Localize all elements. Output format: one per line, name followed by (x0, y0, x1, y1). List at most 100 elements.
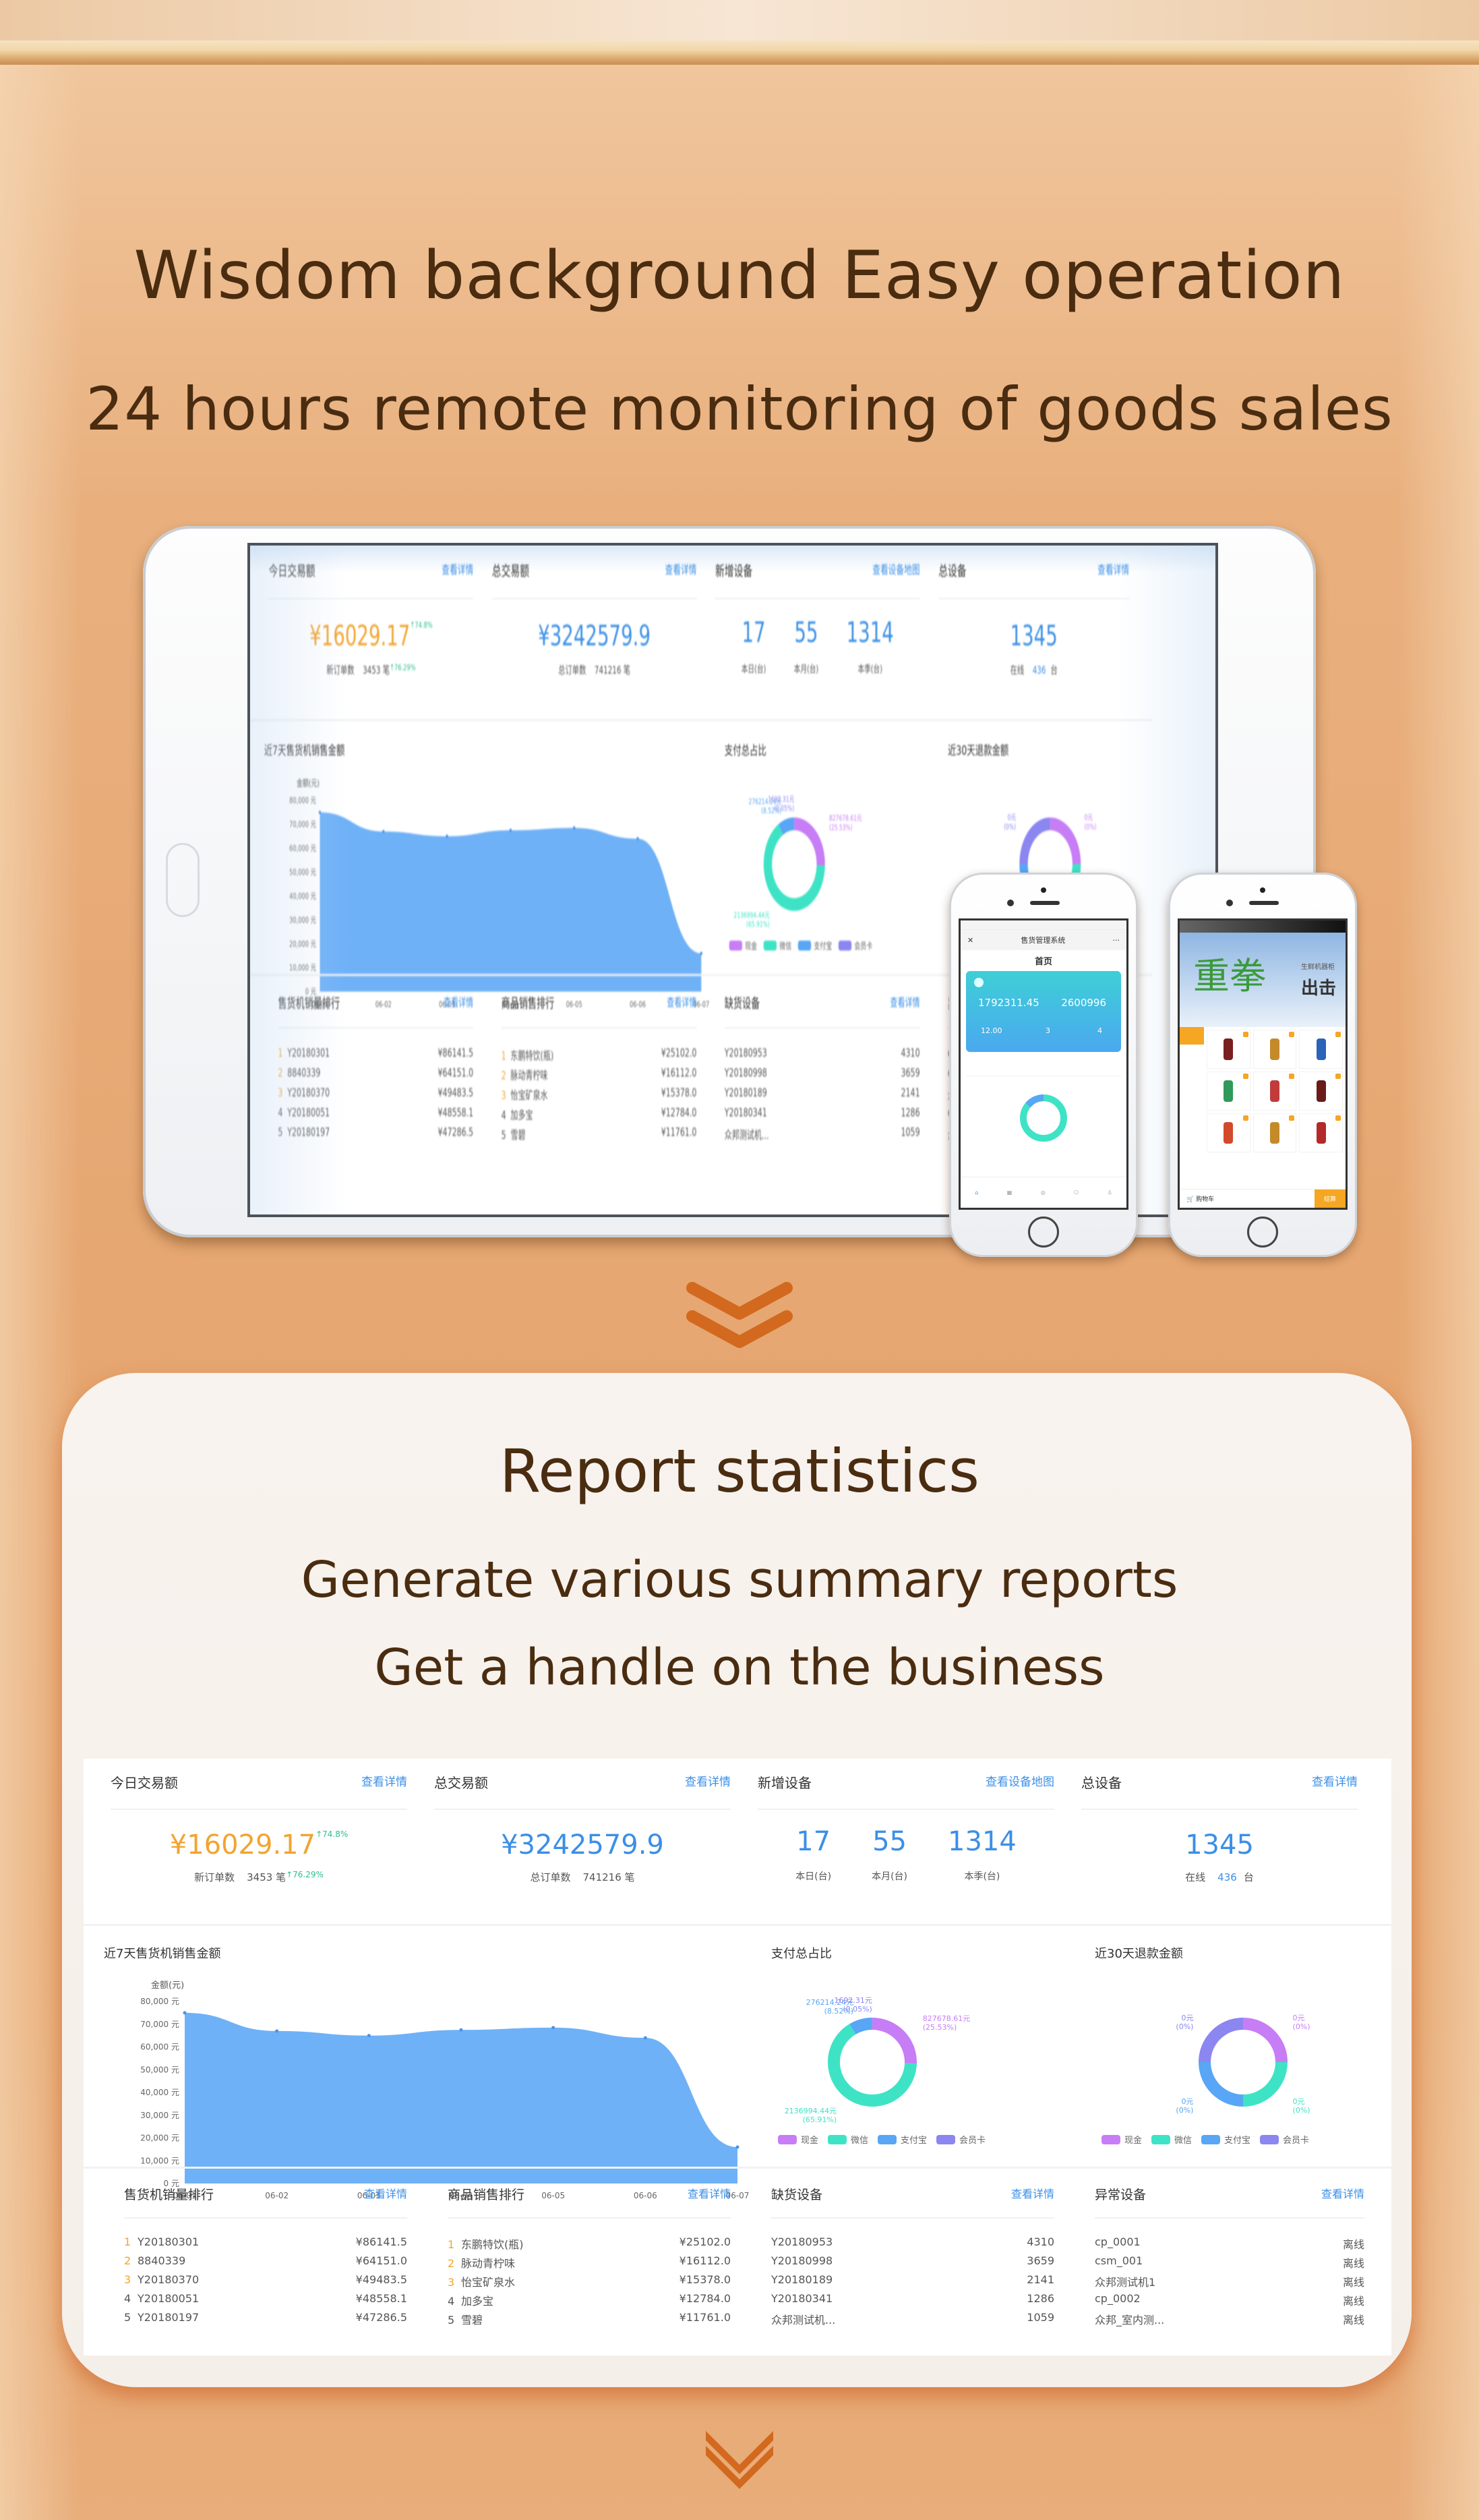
view-details-link[interactable]: 查看详情 (1321, 2185, 1364, 2201)
list-item[interactable]: Y20180341 1286 (771, 2292, 1054, 2311)
view-details-link[interactable]: 查看详情 (1097, 560, 1129, 577)
list-item[interactable]: Y20180341 1286 (725, 1106, 920, 1125)
view-details-link[interactable]: 查看详情 (444, 993, 473, 1010)
product-tile[interactable] (1207, 1113, 1250, 1152)
stat-value: ¥16029.17↑74.8% (269, 620, 474, 652)
y-tick-label: 70,000 元 (140, 2020, 179, 2029)
count-value: 17 (742, 616, 766, 649)
tab-profile[interactable]: ♙ (1108, 1190, 1112, 1196)
status-bar (961, 920, 1126, 930)
close-icon[interactable]: ✕ (967, 936, 973, 945)
more-icon[interactable]: ··· (1113, 936, 1120, 945)
list-item[interactable]: cp_0002 离线 (1095, 2292, 1364, 2311)
list-item[interactable]: 2 脉动青柠味 ¥16112.0 (502, 1066, 697, 1086)
view-details-link[interactable]: 查看详情 (364, 2185, 407, 2201)
legend-item[interactable]: 会员卡 (838, 939, 872, 952)
list-item[interactable]: 1 Y20180301 ¥86141.5 (278, 1046, 473, 1065)
list-item[interactable]: 1 东鹏特饮(瓶) ¥25102.0 (502, 1046, 697, 1065)
list-item[interactable]: Y20180953 4310 (771, 2235, 1054, 2254)
legend-item[interactable]: 支付宝 (878, 2133, 927, 2146)
view-details-link[interactable]: 查看详情 (667, 993, 696, 1010)
list-item[interactable]: 5 Y20180197 ¥47286.5 (278, 1125, 473, 1145)
product-tile[interactable] (1299, 1072, 1343, 1111)
tab-orders[interactable]: ◎ (1041, 1190, 1046, 1196)
item-name-cell: 4 加多宝 (502, 1106, 533, 1125)
view-details-link[interactable]: 查看设备地图 (986, 1772, 1054, 1789)
list-item[interactable]: 3 怡宝矿泉水 ¥15378.0 (448, 2273, 731, 2292)
view-details-link[interactable]: 查看详情 (890, 993, 919, 1010)
list-item[interactable]: 3 Y20180370 ¥49483.5 (278, 1086, 473, 1105)
view-details-link[interactable]: 查看详情 (1011, 2185, 1054, 2201)
rank-number: 4 (448, 2295, 455, 2308)
list-item[interactable]: 4 Y20180051 ¥48558.1 (278, 1106, 473, 1125)
legend-item[interactable]: 会员卡 (1260, 2133, 1309, 2146)
ranking-list: 1 东鹏特饮(瓶) ¥25102.0 2 脉动青柠味 ¥16112.0 3 怡宝矿泉水 ¥153… (448, 2235, 731, 2330)
legend-item[interactable]: 现金 (729, 939, 757, 952)
list-item[interactable]: Y20180189 2141 (725, 1086, 920, 1105)
product-tile[interactable] (1299, 1113, 1343, 1152)
legend-item[interactable]: 会员卡 (936, 2133, 986, 2146)
page-title: 首页 (1034, 957, 1052, 967)
list-item[interactable]: Y20180189 2141 (771, 2273, 1054, 2292)
item-name: Y20180370 (138, 2273, 200, 2286)
view-details-link[interactable]: 查看详情 (685, 1772, 731, 1789)
view-details-link[interactable]: 查看详情 (688, 2185, 731, 2201)
legend-label: 现金 (1124, 2136, 1143, 2146)
list-item[interactable]: 2 8840339 ¥64151.0 (124, 2254, 407, 2273)
legend-item[interactable]: 微信 (1151, 2133, 1192, 2146)
view-details-link[interactable]: 查看详情 (442, 560, 473, 577)
product-tile[interactable] (1252, 1030, 1297, 1069)
y-tick-label: 50,000 元 (140, 2065, 179, 2074)
list-item[interactable]: Y20180953 4310 (725, 1046, 920, 1065)
list-item[interactable]: 众邦测试机... 1059 (771, 2311, 1054, 2330)
list-item[interactable]: 3 怡宝矿泉水 ¥15378.0 (502, 1086, 697, 1105)
view-details-link[interactable]: 查看详情 (665, 560, 696, 577)
phone-donut-chart (1020, 1094, 1067, 1142)
tab-home[interactable]: ⌂ (975, 1190, 978, 1196)
tab-machines[interactable]: ▦ (1007, 1190, 1013, 1196)
phone-screen: 重拳 出击 生鲜机器柜 🛒 购物车 结算 (1178, 918, 1348, 1210)
legend-item[interactable]: 微信 (763, 939, 791, 952)
list-item[interactable]: 4 加多宝 ¥12784.0 (448, 2292, 731, 2311)
list-item[interactable]: 4 Y20180051 ¥48558.1 (124, 2292, 407, 2311)
product-tile[interactable] (1207, 1030, 1250, 1069)
product-tile[interactable] (1252, 1072, 1297, 1111)
list-item[interactable]: 众邦测试机... 1059 (725, 1125, 920, 1145)
list-item[interactable]: 4 加多宝 ¥12784.0 (502, 1106, 697, 1125)
legend-item[interactable]: 现金 (1101, 2133, 1142, 2146)
list-item[interactable]: 众邦测试机1 离线 (1095, 2273, 1364, 2292)
product-tile[interactable] (1207, 1072, 1250, 1111)
item-value: ¥25102.0 (679, 2235, 731, 2248)
legend-item[interactable]: 微信 (828, 2133, 868, 2146)
area-chart-title: 近7天售货机销售金额 (264, 742, 345, 758)
view-details-link[interactable]: 查看详情 (1312, 1772, 1358, 1789)
item-name: Y20180998 (771, 2254, 833, 2267)
view-details-link[interactable]: 查看设备地图 (872, 560, 919, 577)
list-item[interactable]: cp_0001 离线 (1095, 2235, 1364, 2254)
checkout-button[interactable]: 结算 (1314, 1190, 1346, 1208)
cart-icon[interactable]: 🛒 购物车 (1180, 1194, 1214, 1203)
list-item[interactable]: Y20180998 3659 (771, 2254, 1054, 2273)
item-name: 脉动青柠味 (461, 2257, 516, 2270)
list-item[interactable]: 3 Y20180370 ¥49483.5 (124, 2273, 407, 2292)
list-item[interactable]: 众邦_室内测... 离线 (1095, 2311, 1364, 2330)
list-item[interactable]: 1 东鹏特饮(瓶) ¥25102.0 (448, 2235, 731, 2254)
list-item[interactable]: 5 Y20180197 ¥47286.5 (124, 2311, 407, 2330)
list-item[interactable]: 2 8840339 ¥64151.0 (278, 1066, 473, 1086)
list-item[interactable]: csm_001 离线 (1095, 2254, 1364, 2273)
legend-item[interactable]: 现金 (778, 2133, 818, 2146)
product-area (1180, 1027, 1346, 1155)
legend-item[interactable]: 支付宝 (797, 939, 832, 952)
list-item[interactable]: 5 雪碧 ¥11761.0 (502, 1125, 697, 1145)
category-active[interactable] (1180, 1027, 1204, 1045)
product-tile[interactable] (1299, 1030, 1343, 1069)
product-tile[interactable] (1252, 1113, 1297, 1152)
tab-goods[interactable]: ⎔ (1074, 1190, 1079, 1196)
list-item[interactable]: Y20180998 3659 (725, 1066, 920, 1086)
list-item[interactable]: 5 雪碧 ¥11761.0 (448, 2311, 731, 2330)
list-item[interactable]: 1 Y20180301 ¥86141.5 (124, 2235, 407, 2254)
view-details-link[interactable]: 查看详情 (361, 1772, 407, 1789)
legend-item[interactable]: 支付宝 (1201, 2133, 1250, 2146)
item-value: 离线 (1342, 2314, 1364, 2326)
list-item[interactable]: 2 脉动青柠味 ¥16112.0 (448, 2254, 731, 2273)
